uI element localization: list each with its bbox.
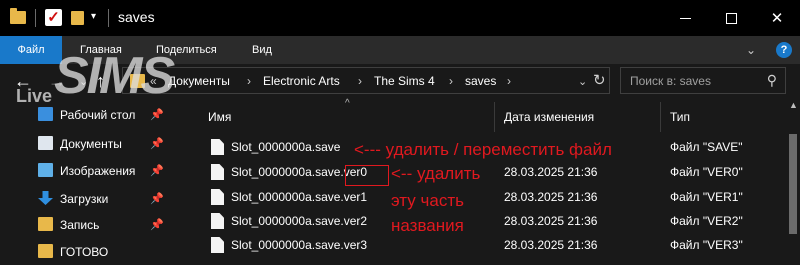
file-type: Файл "VER2" [670, 214, 743, 228]
pin-icon[interactable]: 📌 [150, 218, 164, 231]
column-divider[interactable] [494, 102, 495, 132]
scroll-up-icon[interactable]: ▲ [789, 100, 798, 110]
sidebar-item-gotovo[interactable]: ГОТОВО [0, 239, 187, 265]
file-row[interactable]: Slot_0000000a.save.ver1 28.03.2025 21:36… [190, 187, 786, 211]
address-dropdown-icon[interactable]: ⌄ [578, 75, 587, 88]
folder-icon [10, 8, 26, 24]
properties-icon[interactable]: ✓ [45, 9, 62, 26]
pin-icon[interactable]: 📌 [150, 164, 164, 177]
help-icon[interactable]: ? [776, 42, 792, 58]
vertical-scrollbar[interactable]: ▲ [786, 98, 800, 265]
sidebar-item-label: Документы [60, 137, 122, 151]
column-divider[interactable] [660, 102, 661, 132]
customize-toolbar-icon[interactable]: ▾ [91, 11, 96, 22]
file-icon [211, 139, 224, 155]
sidebar-item-documents[interactable]: Документы 📌 [0, 131, 187, 157]
title-bar: ✓ ▾ saves ✕ [0, 0, 800, 36]
watermark-sims: SIMS [54, 47, 175, 105]
file-date: 28.03.2025 21:36 [504, 238, 598, 252]
file-type: Файл "VER0" [670, 165, 743, 179]
sort-up-icon: ^ [345, 98, 350, 109]
downloads-icon [38, 191, 53, 205]
file-name: Slot_0000000a.save [231, 140, 341, 154]
column-name[interactable]: Имя [208, 110, 231, 124]
file-name: Slot_0000000a.save.ver2 [231, 214, 368, 228]
search-icon: ⚲ [766, 72, 777, 88]
sidebar-item-label: Загрузки [60, 192, 109, 206]
annotation-delete: <-- удалить [391, 164, 481, 183]
pictures-icon [38, 163, 53, 177]
pin-icon[interactable]: 📌 [150, 137, 164, 150]
column-type[interactable]: Тип [670, 110, 690, 124]
title-separator [35, 9, 36, 27]
breadcrumb-documents[interactable]: Документы [168, 74, 230, 88]
pin-icon[interactable]: 📌 [150, 192, 164, 205]
file-type: Файл "VER3" [670, 238, 743, 252]
breadcrumb-chevron-icon[interactable]: › [358, 74, 362, 88]
annotation-this-part: эту часть [391, 191, 464, 210]
file-icon [211, 164, 224, 180]
file-type: Файл "SAVE" [670, 140, 743, 154]
annotation-delete-move-file: <--- удалить / переместить файл [354, 140, 612, 159]
file-icon [211, 213, 224, 229]
sidebar-item-label: Рабочий стол [60, 108, 136, 122]
file-row[interactable]: Slot_0000000a.save.ver2 28.03.2025 21:36… [190, 211, 786, 235]
title-separator [108, 9, 109, 27]
breadcrumb-chevron-icon[interactable]: › [247, 74, 251, 88]
tab-file[interactable]: Файл [0, 36, 62, 64]
desktop-icon [38, 107, 53, 121]
sidebar-item-label: Изображения [60, 164, 136, 178]
file-row[interactable]: Slot_0000000a.save.ver0 28.03.2025 21:36… [190, 162, 786, 186]
window-title: saves [118, 9, 155, 25]
sidebar-item-label: ГОТОВО [60, 245, 109, 259]
folder-icon [38, 217, 53, 231]
search-input[interactable]: Поиск в: saves ⚲ [620, 67, 786, 94]
file-name: Slot_0000000a.save.ver3 [231, 238, 368, 252]
minimize-button[interactable] [662, 0, 708, 36]
file-type: Файл "VER1" [670, 190, 743, 204]
column-header: ^ Имя Дата изменения Тип [190, 98, 786, 136]
file-name: Slot_0000000a.save.ver1 [231, 190, 368, 204]
minimize-icon [679, 17, 691, 19]
annotation-highlight-box [345, 165, 389, 186]
sidebar-item-pictures[interactable]: Изображения 📌 [0, 158, 187, 184]
watermark-live: Live [16, 86, 53, 106]
breadcrumb-electronic-arts[interactable]: Electronic Arts [263, 74, 340, 88]
file-row[interactable]: Slot_0000000a.save.ver3 28.03.2025 21:36… [190, 235, 786, 259]
file-date: 28.03.2025 21:36 [504, 165, 598, 179]
tab-view[interactable]: Вид [252, 36, 272, 64]
scroll-thumb[interactable] [789, 134, 797, 234]
breadcrumb-chevron-icon[interactable]: › [507, 74, 511, 88]
file-date: 28.03.2025 21:36 [504, 214, 598, 228]
column-date[interactable]: Дата изменения [504, 110, 594, 124]
documents-icon [38, 136, 53, 150]
breadcrumb-the-sims-4[interactable]: The Sims 4 [374, 74, 435, 88]
refresh-icon[interactable]: ↻ [593, 71, 606, 89]
breadcrumb-chevron-icon[interactable]: › [449, 74, 453, 88]
close-button[interactable]: ✕ [754, 0, 800, 36]
search-placeholder: Поиск в: saves [630, 74, 711, 88]
sidebar-item-label: Запись [60, 218, 100, 232]
breadcrumb-saves[interactable]: saves [465, 74, 496, 88]
new-folder-icon[interactable] [71, 11, 84, 25]
pin-icon[interactable]: 📌 [150, 108, 164, 121]
sidebar-item-downloads[interactable]: Загрузки 📌 [0, 186, 187, 212]
file-date: 28.03.2025 21:36 [504, 190, 598, 204]
folder-icon [38, 244, 53, 258]
file-icon [211, 189, 224, 205]
address-bar[interactable]: « Документы › Electronic Arts › The Sims… [122, 67, 610, 94]
maximize-button[interactable] [708, 0, 754, 36]
sidebar-item-zapis[interactable]: Запись 📌 [0, 212, 187, 238]
ribbon-expand-icon[interactable]: ⌄ [746, 43, 756, 57]
maximize-icon [725, 12, 737, 24]
annotation-of-name: названия [391, 216, 464, 235]
file-icon [211, 237, 224, 253]
navigation-pane: Рабочий стол 📌 Документы 📌 Изображения 📌… [0, 98, 187, 265]
